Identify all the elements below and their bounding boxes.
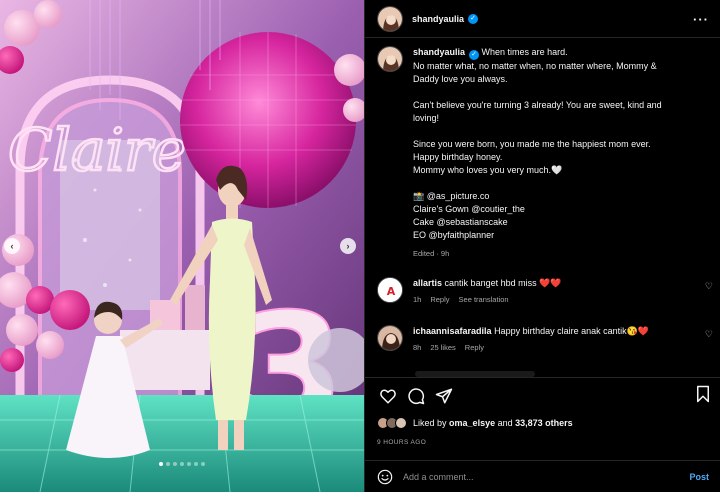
share-paper-plane-icon[interactable] xyxy=(433,385,455,407)
carousel-dot xyxy=(194,462,198,466)
see-translation-button[interactable]: See translation xyxy=(459,295,509,304)
comment-body: allartis cantik banget hbd miss ❤️❤️ 1h … xyxy=(413,277,698,304)
post-header: shandyaulia ✓ ··· xyxy=(365,0,720,38)
carousel-dot xyxy=(166,462,170,466)
caption-line[interactable]: 📸 @as_picture.co xyxy=(413,190,713,203)
likes-prefix: Liked by xyxy=(413,418,447,428)
carousel-dot xyxy=(159,462,163,466)
caption-line: Can't believe you're turning 3 already! … xyxy=(413,100,662,110)
comment-actions: 8h 25 likes Reply xyxy=(413,343,698,352)
post-caption: shandyaulia ✓ When times are hard. No mat… xyxy=(377,46,713,260)
caption-line: No matter what, no matter when, no matte… xyxy=(413,61,657,71)
comments-section: shandyaulia ✓ When times are hard. No mat… xyxy=(365,38,720,377)
comment-bubble-icon[interactable] xyxy=(405,385,427,407)
likes-count[interactable]: 33,873 others xyxy=(515,418,573,428)
caption-line: Daddy love you always. xyxy=(413,74,508,84)
post-photo[interactable]: Claire 3 ‹ › xyxy=(0,0,364,492)
post-modal: Claire 3 ‹ › shandyaulia ✓ ··· shandyaul… xyxy=(0,0,720,492)
more-options-icon[interactable]: ··· xyxy=(693,12,709,27)
commenter-avatar[interactable] xyxy=(377,325,403,351)
likes-summary: Liked by oma_elsye and 33,873 others xyxy=(377,417,573,429)
reply-button[interactable]: Reply xyxy=(465,343,484,352)
heart-emoji: ❤️❤️ xyxy=(539,278,562,288)
comment-actions: 1h Reply See translation xyxy=(413,295,698,304)
carousel-dot xyxy=(173,462,177,466)
next-photo-button[interactable]: › xyxy=(340,238,356,254)
caption-text: shandyaulia ✓ When times are hard. No mat… xyxy=(413,46,713,260)
caption-line: Since you were born, you made me the hap… xyxy=(413,139,651,149)
caption-line[interactable]: Claire's Gown @coutier_the xyxy=(413,203,713,216)
commenter-avatar[interactable]: A xyxy=(377,277,403,303)
comment-text-line: allartis cantik banget hbd miss ❤️❤️ xyxy=(413,277,698,289)
comment-item: A allartis cantik banget hbd miss ❤️❤️ 1… xyxy=(377,277,713,304)
caption-line: Mommy who loves you very much.🤍 xyxy=(413,165,563,175)
carousel-dot xyxy=(201,462,205,466)
comment-username[interactable]: ichaannisafaradila xyxy=(413,326,492,336)
caption-meta: Edited · 9h xyxy=(413,249,450,258)
comment-text-line: ichaannisafaradila Happy birthday claire… xyxy=(413,325,698,337)
carousel-indicator xyxy=(0,462,364,466)
comment-text: Happy birthday claire anak cantik😘❤️ xyxy=(494,326,650,336)
author-username[interactable]: shandyaulia xyxy=(412,14,464,24)
comment-text: cantik banget hbd miss xyxy=(444,278,537,288)
verified-badge-icon: ✓ xyxy=(468,13,479,24)
reply-button[interactable]: Reply xyxy=(430,295,449,304)
caption-line: Happy birthday honey. xyxy=(413,152,503,162)
carousel-dot xyxy=(187,462,191,466)
author-avatar[interactable] xyxy=(377,5,403,32)
post-action-bar xyxy=(365,377,720,414)
comment-time: 8h xyxy=(413,343,422,352)
caption-username[interactable]: shandyaulia xyxy=(413,47,465,57)
birthday-party-image: Claire 3 xyxy=(0,0,364,492)
caption-author-avatar[interactable] xyxy=(377,46,403,72)
comment-likes[interactable]: 25 likes xyxy=(430,343,455,352)
post-comment-button[interactable]: Post xyxy=(689,472,709,482)
emoji-smiley-icon[interactable] xyxy=(377,469,393,485)
comment-username[interactable]: allartis xyxy=(413,278,442,288)
comment-input[interactable] xyxy=(403,471,690,482)
caption-line: When times are hard. xyxy=(481,47,568,57)
comment-body: ichaannisafaradila Happy birthday claire… xyxy=(413,325,698,352)
liker-avatars xyxy=(377,417,407,429)
comment-item: ichaannisafaradila Happy birthday claire… xyxy=(377,325,713,352)
commenter-avatar-letter: A xyxy=(387,285,396,298)
save-bookmark-icon[interactable] xyxy=(695,385,711,405)
liker-avatar xyxy=(395,417,407,429)
add-comment-bar: Post xyxy=(365,460,720,492)
verified-badge-icon: ✓ xyxy=(469,50,480,60)
caption-line[interactable]: Cake @sebastianscake xyxy=(413,216,713,229)
previous-photo-button[interactable]: ‹ xyxy=(4,238,20,254)
likes-middle: and xyxy=(497,418,513,428)
caption-first-line: shandyaulia ✓ When times are hard. xyxy=(413,46,713,60)
caption-line: loving! xyxy=(413,113,440,123)
carousel-dot xyxy=(180,462,184,466)
like-comment-icon[interactable]: ♡ xyxy=(705,281,713,292)
post-timestamp[interactable]: 9 HOURS AGO xyxy=(377,439,426,446)
post-side-panel: shandyaulia ✓ ··· shandyaulia ✓ When time… xyxy=(364,0,720,492)
comment-time: 1h xyxy=(413,295,422,304)
like-comment-icon[interactable]: ♡ xyxy=(705,329,713,340)
like-heart-icon[interactable] xyxy=(377,385,399,407)
caption-line[interactable]: EO @byfaithplanner xyxy=(413,229,713,242)
svg-text:Claire: Claire xyxy=(8,116,186,184)
liker-username[interactable]: oma_elsye xyxy=(449,418,495,428)
